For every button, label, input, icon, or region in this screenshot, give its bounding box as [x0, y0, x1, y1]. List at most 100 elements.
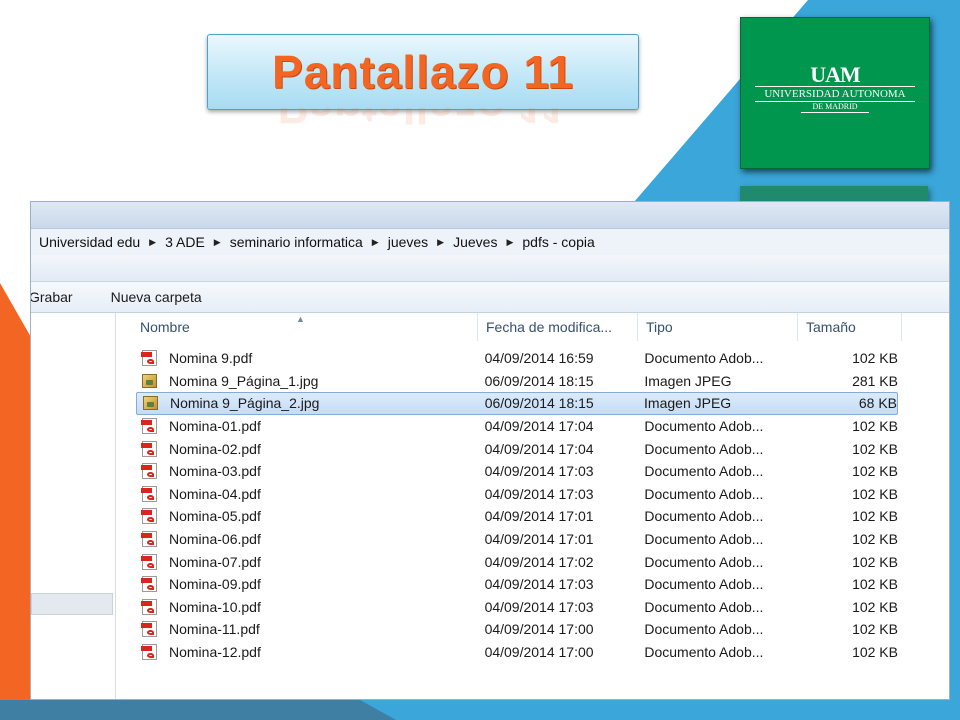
file-date-modified: 06/09/2014 18:15 — [484, 372, 594, 389]
address-bar[interactable]: Universidad edu ▶ 3 ADE ▶ seminario informat… — [31, 228, 949, 256]
file-type: Documento Adob... — [644, 508, 764, 525]
pdf-file-icon — [140, 530, 162, 548]
file-explorer-window: Universidad edu ▶ 3 ADE ▶ seminario informat… — [30, 201, 950, 700]
slide-title: Pantallazo 11 — [272, 46, 574, 98]
file-row[interactable]: Nomina-04.pdf 04/09/2014 17:03 Documento A… — [136, 483, 898, 506]
column-header: ▲ Nombre Fecha de modifica... Tipo Tamañ… — [116, 313, 949, 341]
breadcrumb-item[interactable]: pdfs - copia — [522, 234, 594, 250]
file-name: Nomina-06.pdf — [169, 531, 261, 548]
jpg-file-icon — [141, 394, 163, 412]
pdf-file-icon — [140, 575, 162, 593]
file-size: 102 KB — [852, 440, 898, 457]
file-date-modified: 04/09/2014 17:00 — [484, 644, 594, 661]
file-name: Nomina 9_Página_1.jpg — [169, 372, 319, 389]
slide-title-reflection: Pantallazo 11 — [207, 108, 637, 138]
slide-title-box: Pantallazo 11 — [207, 34, 639, 110]
column-header-type[interactable]: Tipo — [638, 313, 798, 341]
file-row[interactable]: Nomina-11.pdf 04/09/2014 17:00 Documento A… — [136, 618, 898, 641]
file-name: Nomina-04.pdf — [169, 485, 261, 502]
file-row[interactable]: Nomina-02.pdf 04/09/2014 17:04 Documento A… — [136, 437, 898, 460]
file-size: 102 KB — [852, 350, 898, 367]
breadcrumb-item[interactable]: seminario informatica — [230, 234, 363, 250]
file-name: Nomina-09.pdf — [169, 576, 261, 593]
pdf-file-icon — [140, 553, 162, 571]
file-name: Nomina-01.pdf — [169, 418, 261, 435]
column-header-date[interactable]: Fecha de modifica... — [478, 313, 638, 341]
file-size: 102 KB — [852, 576, 898, 593]
file-date-modified: 04/09/2014 17:03 — [484, 576, 594, 593]
file-row[interactable]: Nomina-07.pdf 04/09/2014 17:02 Documento A… — [136, 550, 898, 573]
file-size: 68 KB — [858, 395, 897, 412]
file-row[interactable]: Nomina-05.pdf 04/09/2014 17:01 Documento A… — [136, 505, 898, 528]
file-name: Nomina-10.pdf — [169, 598, 261, 615]
grabar-button[interactable]: Grabar — [31, 289, 91, 305]
file-size: 102 KB — [852, 553, 898, 570]
slide-bottom-band-light — [360, 700, 960, 720]
file-size: 281 KB — [852, 372, 898, 389]
file-type: Imagen JPEG — [644, 395, 732, 412]
file-size: 102 KB — [852, 418, 898, 435]
logo-city: DE MADRID — [801, 102, 869, 113]
file-row[interactable]: Nomina 9_Página_2.jpg 06/09/2014 18:15 Ima… — [136, 392, 898, 415]
pdf-file-icon — [140, 620, 162, 638]
file-name: Nomina-07.pdf — [169, 553, 261, 570]
file-type: Documento Adob... — [644, 621, 764, 638]
command-bar: Grabar Nueva carpeta — [31, 282, 949, 313]
file-date-modified: 04/09/2014 17:01 — [484, 508, 594, 525]
breadcrumb-item[interactable]: 3 ADE — [165, 234, 205, 250]
pdf-file-icon — [140, 349, 162, 367]
file-type: Documento Adob... — [644, 576, 764, 593]
file-date-modified: 04/09/2014 17:03 — [484, 598, 594, 615]
logo-university-name: UNIVERSIDAD AUTONOMA — [755, 86, 915, 102]
file-row[interactable]: Nomina-12.pdf 04/09/2014 17:00 Documento A… — [136, 641, 898, 664]
file-date-modified: 04/09/2014 17:04 — [484, 440, 594, 457]
breadcrumb-item[interactable]: jueves — [388, 234, 428, 250]
pdf-file-icon — [140, 440, 162, 458]
pdf-file-icon — [140, 462, 162, 480]
file-name: Nomina-11.pdf — [169, 621, 260, 638]
file-size: 102 KB — [852, 508, 898, 525]
file-name: Nomina-03.pdf — [169, 463, 261, 480]
breadcrumb-chevron-icon[interactable]: ▶ — [437, 237, 444, 248]
file-name: Nomina-02.pdf — [169, 440, 261, 457]
file-size: 102 KB — [852, 621, 898, 638]
file-date-modified: 04/09/2014 17:04 — [484, 418, 594, 435]
file-row[interactable]: Nomina-01.pdf 04/09/2014 17:04 Documento A… — [136, 415, 898, 438]
file-type: Documento Adob... — [644, 485, 764, 502]
file-size: 102 KB — [852, 598, 898, 615]
file-row[interactable]: Nomina-03.pdf 04/09/2014 17:03 Documento A… — [136, 460, 898, 483]
file-date-modified: 04/09/2014 17:03 — [484, 463, 594, 480]
file-name: Nomina-12.pdf — [169, 644, 261, 661]
file-row[interactable]: Nomina-06.pdf 04/09/2014 17:01 Documento A… — [136, 528, 898, 551]
breadcrumb-chevron-icon[interactable]: ▶ — [149, 237, 156, 248]
navigation-selected-item[interactable] — [31, 593, 113, 615]
column-header-name[interactable]: ▲ Nombre — [116, 313, 478, 341]
file-date-modified: 04/09/2014 17:03 — [484, 485, 594, 502]
breadcrumb-chevron-icon[interactable]: ▶ — [372, 237, 379, 248]
navigation-pane — [31, 313, 116, 699]
file-type: Documento Adob... — [644, 531, 764, 548]
logo-mark: UAM — [810, 62, 861, 87]
file-row[interactable]: Nomina 9.pdf 04/09/2014 16:59 Documento Ad… — [136, 347, 898, 370]
file-name: Nomina 9_Página_2.jpg — [170, 395, 320, 412]
file-date-modified: 04/09/2014 17:01 — [484, 531, 594, 548]
file-size: 102 KB — [852, 644, 898, 661]
breadcrumb-chevron-icon[interactable]: ▶ — [506, 237, 513, 248]
file-type: Documento Adob... — [644, 553, 764, 570]
file-row[interactable]: Nomina-09.pdf 04/09/2014 17:03 Documento A… — [136, 573, 898, 596]
file-type: Documento Adob... — [644, 644, 764, 661]
file-type: Documento Adob... — [644, 350, 764, 367]
column-header-size[interactable]: Tamaño — [798, 313, 902, 341]
file-size: 102 KB — [852, 463, 898, 480]
breadcrumb-item[interactable]: Universidad edu — [39, 234, 140, 250]
file-type: Documento Adob... — [644, 440, 764, 457]
new-folder-button[interactable]: Nueva carpeta — [111, 289, 220, 305]
breadcrumb-chevron-icon[interactable]: ▶ — [214, 237, 221, 248]
file-row[interactable]: Nomina-10.pdf 04/09/2014 17:03 Documento A… — [136, 596, 898, 619]
slide-orange-shape — [0, 283, 30, 720]
file-size: 102 KB — [852, 485, 898, 502]
sort-ascending-icon: ▲ — [296, 314, 305, 324]
window-titlebar — [31, 202, 949, 228]
breadcrumb-item[interactable]: Jueves — [453, 234, 497, 250]
file-row[interactable]: Nomina 9_Página_1.jpg 06/09/2014 18:15 Ima… — [136, 370, 898, 393]
